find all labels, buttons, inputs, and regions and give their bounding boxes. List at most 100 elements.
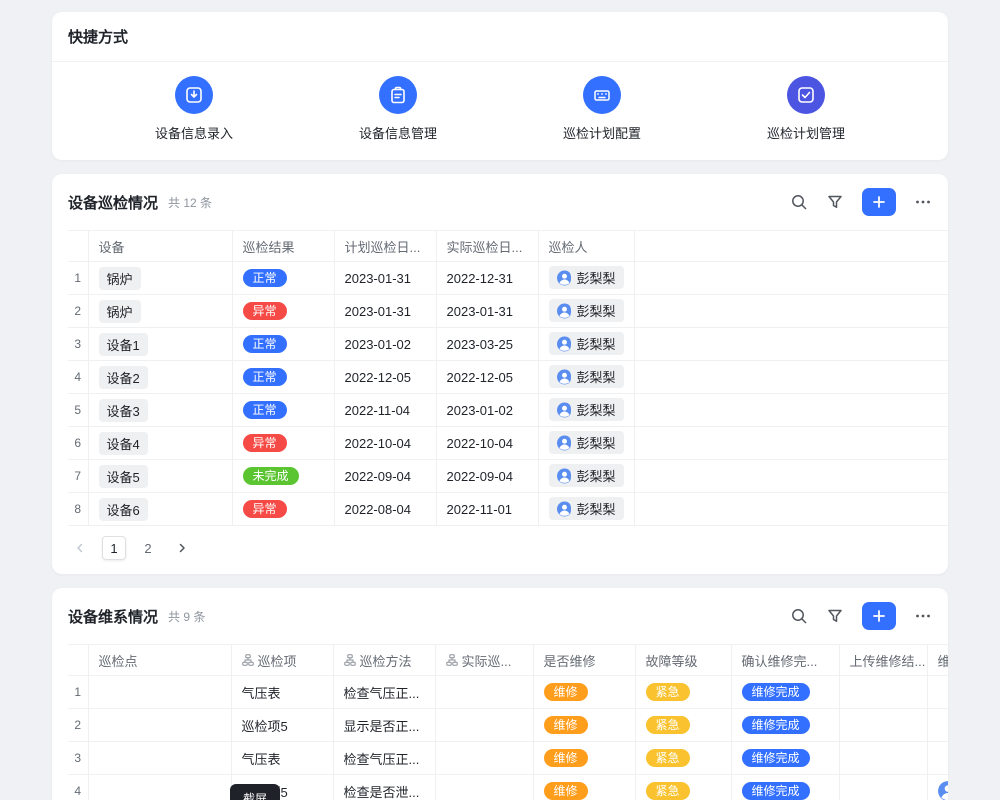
add-record-button[interactable] [862, 188, 896, 216]
table-row[interactable]: 1 锅炉 正常 2023-01-31 2022-12-31 [68, 262, 948, 295]
inspector-chip: 彭梨梨 [549, 332, 624, 355]
column-header[interactable]: 故障等级 [635, 645, 731, 676]
more-icon [914, 193, 932, 211]
more-button[interactable] [914, 193, 932, 211]
table-row[interactable]: 6 设备4 异常 2022-10-04 2022-10-04 [68, 427, 948, 460]
column-header[interactable]: 实际巡... [435, 645, 533, 676]
column-header[interactable]: 上传维修结... [839, 645, 927, 676]
table-row[interactable]: 2 巡检项5 显示是否正... 维修 紧急 维修完成 [68, 709, 948, 742]
more-icon [914, 607, 932, 625]
column-header[interactable]: 巡检结果 [232, 231, 334, 262]
row-index: 1 [68, 676, 88, 709]
column-header[interactable]: 确认维修完... [731, 645, 839, 676]
actual-date-cell: 2022-12-05 [436, 361, 538, 394]
column-header[interactable]: 计划巡检日... [334, 231, 436, 262]
table-row[interactable]: 5 设备3 正常 2022-11-04 2023-01-02 [68, 394, 948, 427]
avatar [557, 500, 572, 518]
result-badge: 正常 [243, 368, 287, 386]
result-badge: 异常 [243, 434, 287, 452]
inspection-title: 设备巡检情况 [68, 192, 158, 213]
import-icon [175, 76, 213, 114]
table-row[interactable]: 3 设备1 正常 2023-01-02 2023-03-25 [68, 328, 948, 361]
shortcut-device-info-manage[interactable]: 设备信息管理 [296, 76, 500, 142]
maintenance-table: 巡检点 [68, 644, 948, 800]
maintenance-title: 设备维系情况 [68, 606, 158, 627]
row-index: 3 [68, 328, 88, 361]
page-button-1[interactable]: 1 [102, 536, 126, 560]
plan-date-cell: 2022-09-04 [334, 460, 436, 493]
actual-date-cell: 2023-01-31 [436, 295, 538, 328]
device-chip: 设备6 [99, 498, 148, 521]
actual-cell [435, 709, 533, 742]
row-index: 6 [68, 427, 88, 460]
avatar [557, 269, 572, 287]
inspection-header-row: 设备 巡检结果 计划巡检日... 实际巡检日... 巡检人 [68, 231, 948, 262]
more-button[interactable] [914, 607, 932, 625]
column-header[interactable]: 巡检人 [538, 231, 634, 262]
shortcut-label: 巡检计划管理 [767, 123, 845, 142]
repair-badge: 维修 [544, 716, 588, 734]
column-header[interactable]: 巡检方法 [333, 645, 435, 676]
inspector-chip: 彭梨梨 [549, 464, 624, 487]
table-row[interactable]: 7 设备5 未完成 2022-09-04 2022-09-04 [68, 460, 948, 493]
plus-icon [871, 608, 887, 624]
maintainer-avatar [938, 781, 949, 800]
column-header[interactable]: 维... [927, 645, 948, 676]
table-row[interactable]: 2 锅炉 异常 2023-01-31 2023-01-31 [68, 295, 948, 328]
plan-date-cell: 2023-01-31 [334, 262, 436, 295]
method-cell: 检查气压正... [333, 742, 435, 775]
item-cell: 气压表 [231, 676, 333, 709]
filler-cell [634, 427, 948, 460]
table-row[interactable]: 4 巡检项5 检查是否泄... 维修 紧急 维修完成 [68, 775, 948, 800]
method-cell: 检查是否泄... [333, 775, 435, 800]
column-header[interactable]: 巡检项 [231, 645, 333, 676]
maintenance-card-header: 设备维系情况 共 9 条 [52, 588, 948, 644]
inspection-table-body: 1 锅炉 正常 2023-01-31 2022-12-31 [68, 262, 948, 526]
column-header[interactable]: 实际巡检日... [436, 231, 538, 262]
inspector-chip: 彭梨梨 [549, 266, 624, 289]
repair-badge: 维修 [544, 749, 588, 767]
avatar [557, 335, 572, 353]
row-index: 4 [68, 775, 88, 800]
actual-cell [435, 742, 533, 775]
row-index: 2 [68, 295, 88, 328]
row-number-header [68, 645, 88, 676]
lookup-icon [344, 654, 356, 666]
maintainer-cell [927, 775, 948, 800]
filler-cell [634, 460, 948, 493]
confirm-badge: 维修完成 [742, 749, 810, 767]
next-page-button[interactable] [170, 536, 194, 560]
shortcut-row: 设备信息录入 设备信息管理 [52, 62, 948, 160]
maintenance-count: 共 9 条 [168, 608, 205, 625]
avatar [557, 434, 572, 452]
table-row[interactable]: 8 设备6 异常 2022-08-04 2022-11-01 [68, 493, 948, 526]
avatar [557, 401, 572, 419]
page-button-2[interactable]: 2 [136, 536, 160, 560]
level-badge: 紧急 [646, 716, 690, 734]
filler-cell [634, 328, 948, 361]
avatar [557, 368, 572, 386]
inspector-chip: 彭梨梨 [549, 431, 624, 454]
table-row[interactable]: 3 气压表 检查气压正... 维修 紧急 维修完成 [68, 742, 948, 775]
shortcut-label: 设备信息录入 [155, 123, 233, 142]
shortcut-device-info-entry[interactable]: 设备信息录入 [92, 76, 296, 142]
search-button[interactable] [790, 193, 808, 211]
filter-button[interactable] [826, 607, 844, 625]
shortcut-inspection-plan-manage[interactable]: 巡检计划管理 [704, 76, 908, 142]
add-record-button[interactable] [862, 602, 896, 630]
item-cell: 巡检项5 [231, 709, 333, 742]
column-header[interactable]: 巡检点 [88, 645, 231, 676]
column-header[interactable]: 设备 [88, 231, 232, 262]
device-chip: 设备1 [99, 333, 148, 356]
item-cell: 气压表 [231, 742, 333, 775]
chevron-left-icon [73, 541, 87, 555]
column-header[interactable]: 是否维修 [533, 645, 635, 676]
search-button[interactable] [790, 607, 808, 625]
shortcut-inspection-plan-config[interactable]: 巡检计划配置 [500, 76, 704, 142]
prev-page-button[interactable] [68, 536, 92, 560]
table-row[interactable]: 4 设备2 正常 2022-12-05 2022-12-05 [68, 361, 948, 394]
actual-date-cell: 2022-11-01 [436, 493, 538, 526]
row-index: 3 [68, 742, 88, 775]
filter-button[interactable] [826, 193, 844, 211]
table-row[interactable]: 1 气压表 检查气压正... 维修 紧急 维修完成 [68, 676, 948, 709]
